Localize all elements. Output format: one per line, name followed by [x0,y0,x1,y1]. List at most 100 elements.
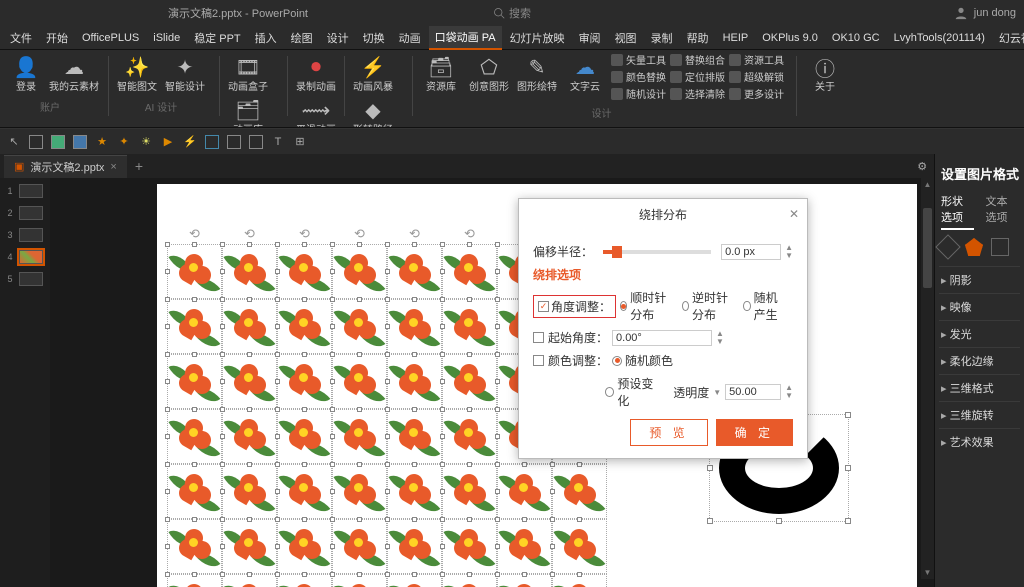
qt-box1[interactable] [28,134,44,150]
flower-cell[interactable] [277,299,332,354]
flower-cell[interactable] [442,409,497,464]
flower-cell[interactable] [277,519,332,574]
menu-3[interactable]: iSlide [147,29,186,47]
flower-cell[interactable] [277,244,332,299]
flower-cell[interactable] [167,299,222,354]
qt-box-green[interactable] [50,134,66,150]
spinner-arrows-3[interactable]: ▲▼ [785,384,793,400]
flower-cell[interactable] [277,354,332,409]
menu-18[interactable]: OK10 GC [826,29,886,47]
vector-tools[interactable]: 矢量工具 [611,52,666,67]
menu-16[interactable]: HEIP [717,29,755,47]
menu-12[interactable]: 审阅 [573,27,607,49]
rotation-handle-icon[interactable]: ⟲ [332,226,387,242]
slide-thumb-5[interactable]: 5 [8,272,43,286]
flower-cell[interactable] [222,464,277,519]
qt-play-icon[interactable]: ▶ [160,134,176,150]
panel-item-发光[interactable]: 发光 [939,320,1020,347]
qt-text-icon[interactable]: T [270,134,286,150]
login-button[interactable]: 👤登录 [4,52,48,95]
panel-item-阴影[interactable]: 阴影 [939,266,1020,293]
panel-item-柔化边缘[interactable]: 柔化边缘 [939,347,1020,374]
slide-thumb-1[interactable]: 1 [8,184,43,198]
color-adjust-checkbox[interactable] [533,355,544,366]
flower-cell[interactable] [552,464,607,519]
spinner-arrows[interactable]: ▲▼ [785,244,793,260]
file-tab[interactable]: ▣ 演示文稿2.pptx × [4,155,127,178]
menu-15[interactable]: 帮助 [681,27,715,49]
panel-item-艺术效果[interactable]: 艺术效果 [939,428,1020,455]
user-account[interactable]: jun dong [954,6,1016,20]
word-cloud-button[interactable]: ☁文字云 [563,52,607,101]
qt-rect2-icon[interactable] [248,134,264,150]
slide-thumb-2[interactable]: 2 [8,206,43,220]
smart-design-button[interactable]: ✦智能设计 [163,52,207,95]
flower-cell[interactable] [167,464,222,519]
flower-cell[interactable] [497,464,552,519]
opacity-value[interactable]: 50.00 [725,384,781,400]
more-design[interactable]: 更多设计 [729,86,784,101]
start-angle-checkbox[interactable] [533,332,544,343]
slide-thumb-4[interactable]: 4 [8,250,43,264]
flower-cell[interactable] [387,354,442,409]
qt-cursor-icon[interactable]: ↖ [6,134,22,150]
anim-box-button[interactable]: 🎞动画盒子 [226,52,270,95]
shape-path-button[interactable]: ◆形转路径 [351,95,395,128]
anim-lib-button[interactable]: 🗂动画库 [226,95,270,128]
flower-cell[interactable] [332,409,387,464]
qt-grid-icon[interactable]: ⊞ [292,134,308,150]
flower-cell[interactable] [277,574,332,587]
anim-storm-button[interactable]: ⚡动画风暴 [351,52,395,95]
menu-19[interactable]: LvyhTools(201114) [888,29,991,47]
tab-text-options[interactable]: 文本选项 [986,193,1019,230]
dialog-title-bar[interactable]: 绕排分布 ✕ [519,199,807,229]
flower-cell[interactable] [332,354,387,409]
menu-5[interactable]: 插入 [249,27,283,49]
size-icon[interactable] [991,238,1009,256]
menu-8[interactable]: 切换 [357,27,391,49]
scroll-up-arrow[interactable]: ▲ [921,178,934,191]
fill-icon[interactable] [935,234,960,259]
menu-11[interactable]: 幻灯片放映 [504,27,571,49]
start-angle-value[interactable]: 0.00° [612,330,712,346]
creative-shape-button[interactable]: ⬠创意图形 [467,52,511,101]
flower-cell[interactable] [497,519,552,574]
rotation-handle-icon[interactable]: ⟲ [387,226,442,242]
replace-combo[interactable]: 替换组合 [670,52,725,67]
flower-cell[interactable] [332,519,387,574]
smart-image-button[interactable]: ✨智能图文 [115,52,159,95]
dialog-close-icon[interactable]: ✕ [789,207,799,221]
flower-cell[interactable] [167,574,222,587]
ok-button[interactable]: 确 定 [716,419,793,446]
flower-cell[interactable] [222,244,277,299]
resource-tools[interactable]: 资源工具 [729,52,784,67]
flower-cell[interactable] [222,409,277,464]
flower-cell[interactable] [387,244,442,299]
flower-cell[interactable] [552,519,607,574]
spinner-arrows-2[interactable]: ▲▼ [716,330,724,346]
position-layout[interactable]: 定位排版 [670,69,725,84]
preview-button[interactable]: 预 览 [630,419,707,446]
menu-2[interactable]: OfficePLUS [76,29,145,47]
qt-bolt-icon[interactable]: ⚡ [182,134,198,150]
flower-cell[interactable] [387,519,442,574]
flower-cell[interactable] [497,574,552,587]
search-box[interactable]: 搜索 [493,5,531,21]
flower-cell[interactable] [387,464,442,519]
random-radio[interactable]: 随机产生 [743,289,785,323]
rotation-handle-icon[interactable]: ⟲ [167,226,222,242]
tab-shape-options[interactable]: 形状选项 [941,193,974,230]
menu-10[interactable]: 口袋动画 PA [429,26,502,50]
scroll-thumb[interactable] [923,208,932,288]
color-replace[interactable]: 颜色替换 [611,69,666,84]
new-tab-button[interactable]: + [127,158,151,174]
counterclockwise-radio[interactable]: 逆时针分布 [682,289,732,323]
rotation-handle-icon[interactable]: ⟲ [277,226,332,242]
flower-cell[interactable] [167,244,222,299]
close-tab-icon[interactable]: × [110,161,116,173]
flower-cell[interactable] [332,244,387,299]
preset-change-radio[interactable]: 预设变化 [605,375,661,409]
shape-draw-button[interactable]: ✎图形绘特 [515,52,559,101]
flower-cell[interactable] [387,299,442,354]
effects-icon[interactable] [965,238,983,256]
